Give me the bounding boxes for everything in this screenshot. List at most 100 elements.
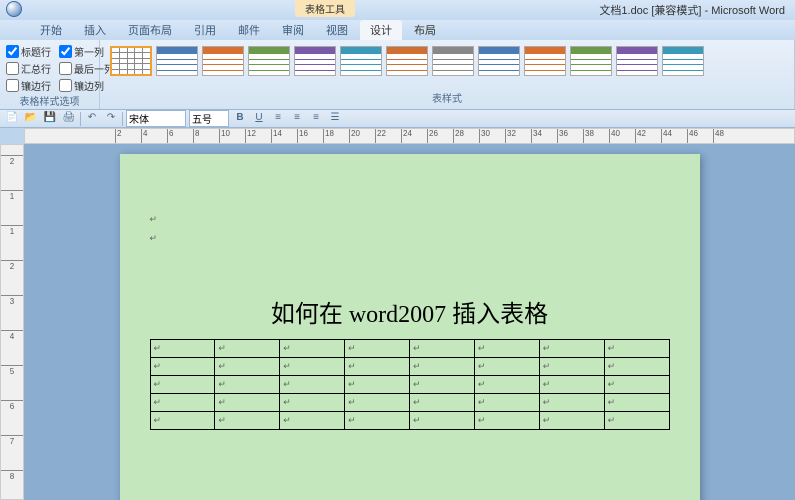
table-cell[interactable]: ↵ — [474, 394, 539, 412]
table-style-preview[interactable] — [248, 46, 290, 76]
table-style-preview[interactable] — [570, 46, 612, 76]
table-cell[interactable]: ↵ — [474, 340, 539, 358]
table-style-preview[interactable] — [156, 46, 198, 76]
table-cell[interactable]: ↵ — [280, 340, 345, 358]
paragraph-mark: ↵ — [150, 233, 670, 244]
table-cell[interactable]: ↵ — [345, 394, 410, 412]
separator — [122, 112, 123, 126]
quick-access-toolbar: 📄 📂 💾 🖨 ↶ ↷ 宋体 五号 B U ≡ ≡ ≡ ☰ — [0, 110, 795, 128]
table-cell[interactable]: ↵ — [410, 412, 475, 430]
table-style-preview[interactable] — [432, 46, 474, 76]
table-cell[interactable]: ↵ — [150, 376, 215, 394]
table-cell[interactable]: ↵ — [539, 358, 604, 376]
table-cell[interactable]: ↵ — [604, 340, 669, 358]
group-table-styles: 表样式 — [100, 40, 795, 109]
ribbon: 标题行 汇总行 镶边行 第一列 最后一列 镶边列 表格样式选项 表样式 — [0, 40, 795, 110]
table-cell[interactable]: ↵ — [474, 376, 539, 394]
table-cell[interactable]: ↵ — [280, 394, 345, 412]
table-cell[interactable]: ↵ — [539, 394, 604, 412]
bold-icon[interactable]: B — [232, 112, 248, 126]
align-left-icon[interactable]: ≡ — [270, 112, 286, 126]
qat-new-icon[interactable]: 📄 — [4, 112, 20, 126]
underline-icon[interactable]: U — [251, 112, 267, 126]
qat-undo-icon[interactable]: ↶ — [84, 112, 100, 126]
table-style-preview[interactable] — [662, 46, 704, 76]
table-style-preview[interactable] — [386, 46, 428, 76]
qat-redo-icon[interactable]: ↷ — [103, 112, 119, 126]
check-banded-rows[interactable]: 镶边行 — [6, 78, 51, 93]
table-cell[interactable]: ↵ — [539, 376, 604, 394]
document-heading[interactable]: 如何在 word2007 插入表格 — [150, 294, 670, 329]
font-name-select[interactable]: 宋体 — [126, 110, 186, 127]
table-cell[interactable]: ↵ — [604, 358, 669, 376]
qat-open-icon[interactable]: 📂 — [23, 112, 39, 126]
table-cell[interactable]: ↵ — [474, 358, 539, 376]
tab-mailings[interactable]: 邮件 — [228, 20, 270, 40]
document-area: 2112345678 ↵ ↵ 如何在 word2007 插入表格 ↵↵↵↵↵↵↵… — [0, 144, 795, 500]
table-cell[interactable]: ↵ — [410, 394, 475, 412]
table-cell[interactable]: ↵ — [150, 412, 215, 430]
table-cell[interactable]: ↵ — [410, 376, 475, 394]
table-cell[interactable]: ↵ — [215, 376, 280, 394]
table-cell[interactable]: ↵ — [150, 394, 215, 412]
tab-insert[interactable]: 插入 — [74, 20, 116, 40]
separator — [80, 112, 81, 126]
paragraph-mark: ↵ — [150, 214, 670, 225]
check-header-row[interactable]: 标题行 — [6, 44, 51, 59]
tab-layout[interactable]: 布局 — [404, 20, 446, 40]
font-size-select[interactable]: 五号 — [189, 110, 229, 127]
table-cell[interactable]: ↵ — [604, 376, 669, 394]
group-style-options: 标题行 汇总行 镶边行 第一列 最后一列 镶边列 表格样式选项 — [0, 40, 100, 109]
bullets-icon[interactable]: ☰ — [327, 112, 343, 126]
table-cell[interactable]: ↵ — [280, 358, 345, 376]
table-cell[interactable]: ↵ — [215, 412, 280, 430]
tab-review[interactable]: 审阅 — [272, 20, 314, 40]
table-cell[interactable]: ↵ — [539, 412, 604, 430]
table-cell[interactable]: ↵ — [604, 412, 669, 430]
tab-page-layout[interactable]: 页面布局 — [118, 20, 182, 40]
table-cell[interactable]: ↵ — [215, 340, 280, 358]
page[interactable]: ↵ ↵ 如何在 word2007 插入表格 ↵↵↵↵↵↵↵↵↵↵↵↵↵↵↵↵↵↵… — [120, 154, 700, 500]
table-cell[interactable]: ↵ — [215, 394, 280, 412]
table-cell[interactable]: ↵ — [410, 340, 475, 358]
group-label-table-styles: 表样式 — [106, 90, 788, 105]
tab-design[interactable]: 设计 — [360, 20, 402, 40]
table-style-preview[interactable] — [340, 46, 382, 76]
tab-view[interactable]: 视图 — [316, 20, 358, 40]
table-cell[interactable]: ↵ — [215, 358, 280, 376]
qat-print-icon[interactable]: 🖨 — [61, 112, 77, 126]
table-style-preview[interactable] — [294, 46, 336, 76]
table-cell[interactable]: ↵ — [345, 376, 410, 394]
vertical-ruler[interactable]: 2112345678 — [0, 144, 24, 500]
align-right-icon[interactable]: ≡ — [308, 112, 324, 126]
check-total-row[interactable]: 汇总行 — [6, 61, 51, 76]
office-button[interactable] — [4, 0, 32, 20]
table-style-preview[interactable] — [202, 46, 244, 76]
document-canvas[interactable]: ↵ ↵ 如何在 word2007 插入表格 ↵↵↵↵↵↵↵↵↵↵↵↵↵↵↵↵↵↵… — [24, 144, 795, 500]
table-cell[interactable]: ↵ — [280, 412, 345, 430]
table-cell[interactable]: ↵ — [604, 394, 669, 412]
ribbon-tabs: 开始 插入 页面布局 引用 邮件 审阅 视图 设计 布局 — [0, 20, 795, 40]
table-tools-label: 表格工具 — [295, 0, 355, 17]
table-cell[interactable]: ↵ — [150, 340, 215, 358]
tab-start[interactable]: 开始 — [30, 20, 72, 40]
table-style-preview[interactable] — [110, 46, 152, 76]
table-cell[interactable]: ↵ — [345, 358, 410, 376]
table-cell[interactable]: ↵ — [280, 376, 345, 394]
table-style-preview[interactable] — [524, 46, 566, 76]
group-label-style-options: 表格样式选项 — [6, 93, 93, 108]
table-cell[interactable]: ↵ — [150, 358, 215, 376]
tab-references[interactable]: 引用 — [184, 20, 226, 40]
align-center-icon[interactable]: ≡ — [289, 112, 305, 126]
title-bar: 表格工具 文档1.doc [兼容模式] - Microsoft Word — [0, 0, 795, 20]
inserted-table[interactable]: ↵↵↵↵↵↵↵↵↵↵↵↵↵↵↵↵↵↵↵↵↵↵↵↵↵↵↵↵↵↵↵↵↵↵↵↵↵↵↵↵ — [150, 339, 670, 430]
table-style-preview[interactable] — [616, 46, 658, 76]
table-style-preview[interactable] — [478, 46, 520, 76]
horizontal-ruler[interactable]: 2468101214161820222426283032343638404244… — [24, 128, 795, 144]
table-cell[interactable]: ↵ — [345, 412, 410, 430]
table-cell[interactable]: ↵ — [410, 358, 475, 376]
table-cell[interactable]: ↵ — [474, 412, 539, 430]
qat-save-icon[interactable]: 💾 — [42, 112, 58, 126]
table-cell[interactable]: ↵ — [345, 340, 410, 358]
table-cell[interactable]: ↵ — [539, 340, 604, 358]
